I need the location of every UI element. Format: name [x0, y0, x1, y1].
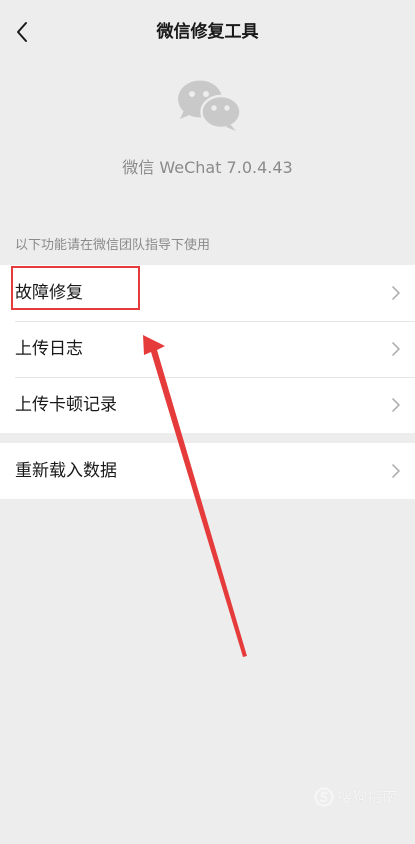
page-title: 微信修复工具: [156, 22, 259, 42]
wechat-logo-icon: [178, 80, 242, 131]
cell-label: 上传日志: [15, 339, 83, 359]
app-version: 微信 WeChat 7.0.4.43: [122, 158, 293, 177]
cell-label: 重新载入数据: [15, 461, 117, 481]
chevron-right-icon: [392, 398, 400, 412]
chevron-right-icon: [392, 342, 400, 356]
navigation-bar: 微信修复工具: [0, 0, 415, 64]
wechat-repair-screen: 微信修复工具 微信 WeChat 7.0.4.43 以下功能请在微信团队指导下使…: [0, 0, 415, 844]
cell-upload-lag-record[interactable]: 上传卡顿记录: [0, 377, 415, 433]
cell-label: 上传卡顿记录: [15, 395, 117, 415]
cell-fault-repair[interactable]: 故障修复: [0, 265, 415, 321]
section-hint: 以下功能请在微信团队指导下使用: [15, 238, 211, 253]
cell-reload-data[interactable]: 重新载入数据: [0, 443, 415, 499]
cell-label: 故障修复: [15, 283, 83, 303]
chevron-right-icon: [392, 286, 400, 300]
tools-list: 故障修复 上传日志 上传卡顿记录: [0, 265, 415, 433]
chevron-right-icon: [392, 464, 400, 478]
watermark: 搜狗指南: [314, 786, 397, 807]
sogou-logo-icon: [314, 787, 334, 806]
data-list: 重新载入数据: [0, 443, 415, 499]
watermark-text: 搜狗指南: [337, 788, 398, 806]
cell-upload-log[interactable]: 上传日志: [0, 321, 415, 377]
